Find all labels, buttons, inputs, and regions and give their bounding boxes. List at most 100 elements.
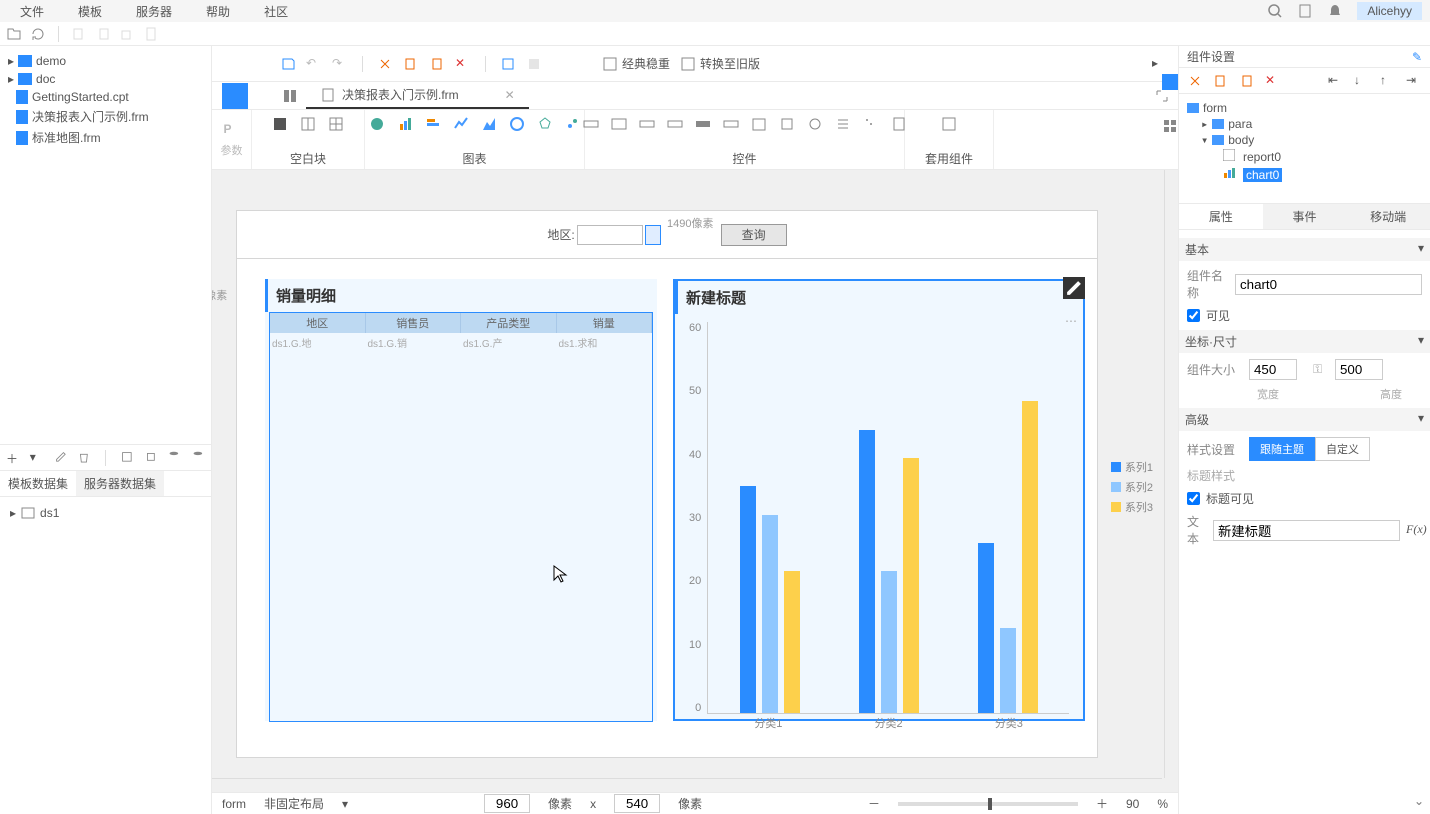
tab-server-ds[interactable]: 服务器数据集	[76, 471, 164, 496]
region-input[interactable]	[577, 225, 643, 245]
menu-help[interactable]: 帮助	[206, 3, 230, 20]
menu-file[interactable]: 文件	[20, 3, 44, 20]
layout-icon[interactable]	[282, 88, 298, 104]
user-name[interactable]: Alicehyy	[1357, 2, 1422, 20]
delete-icon[interactable]: ✕	[455, 56, 471, 72]
ribbon-param[interactable]: P 参数	[212, 110, 252, 169]
design-canvas[interactable]: 1490像素 85像素 地区: 查询 销量明细 地区	[236, 210, 1098, 758]
db2-icon[interactable]	[191, 450, 205, 466]
formula-icon[interactable]: F(x)	[1406, 522, 1422, 538]
expand-control-icon[interactable]: ⌄	[1414, 794, 1424, 808]
query-button[interactable]: 查询	[721, 224, 787, 246]
paste-icon[interactable]	[429, 56, 445, 72]
tree-file[interactable]: 决策报表入门示例.frm	[4, 106, 207, 127]
tree-folder[interactable]: ▸ demo	[4, 52, 207, 70]
square-icon[interactable]	[1162, 74, 1178, 90]
zoom-out-icon[interactable]: －	[868, 795, 880, 812]
bell-icon[interactable]	[1327, 3, 1343, 19]
copy-icon[interactable]	[1213, 73, 1229, 89]
title-visible-checkbox[interactable]	[1187, 492, 1200, 505]
grid-icon[interactable]	[526, 56, 542, 72]
redo-icon[interactable]: ↷	[332, 56, 348, 72]
reuse-icon[interactable]	[941, 116, 957, 132]
block-icon[interactable]	[272, 116, 288, 132]
zoom-slider[interactable]	[898, 802, 1078, 806]
hbar-chart-icon[interactable]	[425, 116, 441, 132]
format-icon[interactable]	[500, 56, 516, 72]
close-tab-icon[interactable]: ✕	[505, 88, 515, 102]
menu-template[interactable]: 模板	[78, 3, 102, 20]
doc-tab-active[interactable]: 决策报表入门示例.frm ✕	[306, 82, 529, 109]
tree-report0[interactable]: report0	[1243, 150, 1281, 164]
paste2-icon[interactable]	[119, 26, 135, 42]
menu-server[interactable]: 服务器	[136, 3, 172, 20]
zoom-in-icon[interactable]: ＋	[1096, 795, 1108, 812]
text-input[interactable]	[1213, 520, 1400, 541]
refresh-icon[interactable]	[30, 26, 46, 42]
grid1-icon[interactable]	[300, 116, 316, 132]
copy-icon[interactable]	[403, 56, 419, 72]
add-icon[interactable]: ＋	[6, 450, 20, 466]
radio-icon[interactable]	[807, 116, 823, 132]
chart-panel[interactable]: 新建标题 ⋯ 60 50 40 30 20 10 0	[673, 279, 1085, 721]
section-advanced[interactable]: 高级▾	[1179, 408, 1430, 431]
menu-icon[interactable]: ▸	[1152, 56, 1168, 72]
search-icon[interactable]	[1267, 3, 1283, 19]
move-first-icon[interactable]: ⇤	[1328, 73, 1344, 89]
save-icon[interactable]	[280, 56, 296, 72]
trash-icon[interactable]	[77, 450, 91, 466]
open-icon[interactable]	[6, 26, 22, 42]
section-basic[interactable]: 基本▾	[1179, 238, 1430, 261]
area-chart-icon[interactable]	[481, 116, 497, 132]
tab-mobile[interactable]: 移动端	[1346, 204, 1430, 229]
grid2-icon[interactable]	[328, 116, 344, 132]
edit-icon[interactable]	[54, 450, 68, 466]
tab-events[interactable]: 事件	[1263, 204, 1347, 229]
tree-body[interactable]: body	[1228, 133, 1254, 147]
lock-icon[interactable]: ⚿	[1313, 362, 1329, 378]
list-icon[interactable]	[835, 116, 851, 132]
pie-chart-icon[interactable]	[369, 116, 385, 132]
pin-icon[interactable]: ✎	[1412, 50, 1422, 64]
tab-template-ds[interactable]: 模板数据集	[0, 471, 76, 496]
date-icon[interactable]	[751, 116, 767, 132]
tree-file[interactable]: GettingStarted.cpt	[4, 88, 207, 106]
width-input[interactable]	[1249, 359, 1297, 380]
tree-para[interactable]: para	[1228, 117, 1252, 131]
copy-ds-icon[interactable]	[144, 450, 158, 466]
theme-classic-button[interactable]: 经典稳重	[602, 55, 670, 72]
checkbox-icon[interactable]	[779, 116, 795, 132]
edit-chart-icon[interactable]	[1063, 277, 1085, 299]
dataset-item[interactable]: ▸ ds1	[6, 503, 205, 523]
menu-community[interactable]: 社区	[264, 3, 288, 20]
delete-icon[interactable]: ✕	[1265, 73, 1281, 89]
move-down-icon[interactable]: ↓	[1354, 73, 1370, 89]
style-follow-button[interactable]: 跟随主题	[1249, 437, 1315, 461]
db-icon[interactable]	[167, 450, 181, 466]
cut-icon[interactable]	[377, 56, 393, 72]
scatter-icon[interactable]	[565, 116, 581, 132]
gauge-icon[interactable]	[509, 116, 525, 132]
password-icon[interactable]	[667, 116, 683, 132]
status-layout[interactable]: 非固定布局	[264, 795, 324, 812]
textarea-icon[interactable]	[611, 116, 627, 132]
tab-properties[interactable]: 属性	[1179, 204, 1263, 229]
doc-icon[interactable]	[143, 26, 159, 42]
paste-icon[interactable]	[95, 26, 111, 42]
style-custom-button[interactable]: 自定义	[1315, 437, 1370, 461]
cut-icon[interactable]	[1187, 73, 1203, 89]
status-width-input[interactable]	[484, 794, 530, 813]
tree-file[interactable]: 标准地图.frm	[4, 127, 207, 148]
tree-chart0[interactable]: chart0	[1243, 168, 1282, 182]
bar-chart-icon[interactable]	[397, 116, 413, 132]
tree-form[interactable]: form	[1203, 101, 1227, 115]
preview-icon[interactable]	[120, 450, 134, 466]
tree-ctrl-icon[interactable]	[863, 116, 879, 132]
number-icon[interactable]	[639, 116, 655, 132]
input-icon[interactable]	[583, 116, 599, 132]
form-mode-icon[interactable]	[222, 83, 248, 109]
visible-checkbox[interactable]	[1187, 309, 1200, 322]
line-chart-icon[interactable]	[453, 116, 469, 132]
copy-icon[interactable]	[71, 26, 87, 42]
button-icon[interactable]	[695, 116, 711, 132]
